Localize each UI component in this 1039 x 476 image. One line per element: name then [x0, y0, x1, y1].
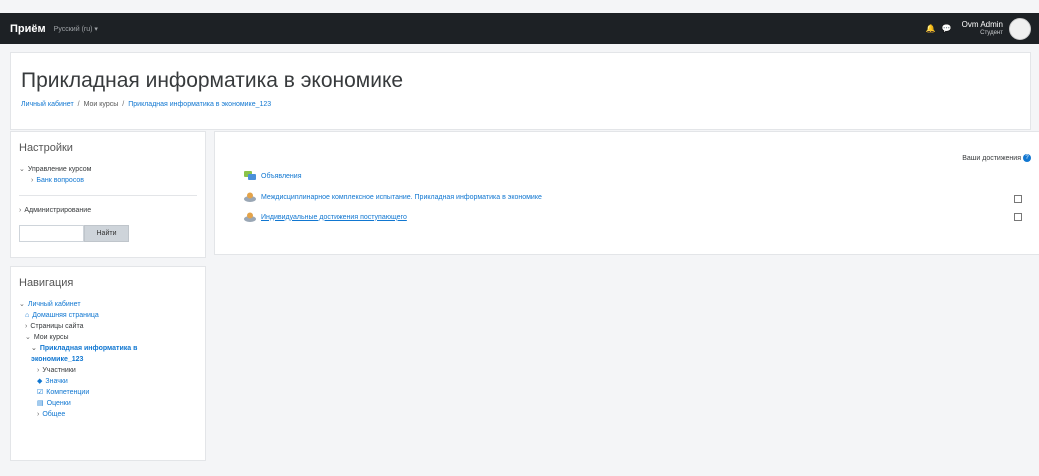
settings-search-input[interactable] [19, 225, 84, 242]
user-menu[interactable]: Ovm Admin Студент [961, 20, 1003, 36]
nav-badges[interactable]: ◆ Значки [19, 376, 197, 387]
chevron-down-icon: ⌄ [31, 345, 37, 352]
course-content: Ваши достижения ? Объявления Междисципли… [214, 131, 1039, 255]
nav-competencies[interactable]: ☑ Компетенции [19, 387, 197, 398]
user-name: Ovm Admin [961, 20, 1003, 30]
nav-current-course[interactable]: ⌄ Прикладная информатика в экономике_123 [19, 343, 169, 365]
chevron-right-icon: › [19, 207, 22, 214]
settings-title: Настройки [19, 142, 73, 154]
top-navbar: Приём Русский (ru) ▾ 🔔 💬 Ovm Admin Студе… [0, 13, 1039, 44]
chevron-down-icon: ⌄ [19, 301, 25, 308]
tree-administration[interactable]: › Администрирование [19, 205, 197, 216]
user-role: Студент [980, 29, 1003, 36]
completion-checkbox[interactable] [1014, 213, 1022, 221]
nav-dashboard[interactable]: ⌄ Личный кабинет [19, 299, 197, 310]
user-area: 🔔 💬 Ovm Admin Студент [926, 17, 1031, 40]
settings-search: Найти [19, 225, 197, 242]
search-button[interactable]: Найти [84, 225, 129, 242]
forum-icon [244, 171, 256, 180]
chevron-right-icon: › [37, 411, 40, 418]
home-icon: ⌂ [25, 312, 30, 319]
breadcrumb-dashboard[interactable]: Личный кабинет [21, 101, 74, 108]
chevron-down-icon: ⌄ [19, 166, 25, 173]
navigation-title: Навигация [19, 277, 74, 289]
nav-my-courses[interactable]: ⌄ Мои курсы [19, 332, 197, 343]
page-title: Прикладная информатика в экономике [21, 69, 404, 92]
divider [19, 195, 197, 196]
nav-grades[interactable]: ▤ Оценки [19, 398, 197, 409]
page-header: Прикладная информатика в экономике Личны… [10, 52, 1031, 130]
settings-block: Настройки ⌄ Управление курсом › Банк вопро… [10, 131, 206, 258]
messages-chat-icon[interactable]: 💬 [942, 24, 952, 33]
shield-icon: ◆ [37, 378, 43, 385]
nav-participants[interactable]: › Участники [19, 365, 197, 376]
notifications-bell-icon[interactable]: 🔔 [926, 24, 936, 33]
achievements-header: Ваши достижения ? [962, 154, 1031, 162]
user-avatar-icon[interactable] [1009, 17, 1031, 40]
activity-quiz-2[interactable]: Индивидуальные достижения поступающего [244, 212, 407, 222]
navigation-block: Навигация ⌄ Личный кабинет ⌂ Домашняя стра… [10, 266, 206, 461]
breadcrumb-course[interactable]: Прикладная информатика в экономике_123 [128, 101, 271, 108]
activity-label: Междисциплинарное комплексное испытание.… [261, 193, 542, 201]
quiz-icon [244, 192, 256, 202]
chevron-right-icon: › [25, 323, 28, 330]
help-icon[interactable]: ? [1023, 154, 1031, 162]
chevron-right-icon: › [31, 177, 34, 184]
language-menu[interactable]: Русский (ru) ▾ [54, 25, 98, 33]
quiz-icon [244, 212, 256, 222]
tree-course-admin[interactable]: ⌄ Управление курсом [19, 164, 197, 175]
activity-label: Объявления [261, 172, 302, 180]
breadcrumb-my-courses[interactable]: Мои курсы [84, 101, 119, 108]
nav-home[interactable]: ⌂ Домашняя страница [19, 310, 197, 321]
tree-question-bank[interactable]: › Банк вопросов [19, 175, 197, 186]
completion-checkbox[interactable] [1014, 195, 1022, 203]
checkbox-icon: ☑ [37, 389, 44, 396]
achievements-label: Ваши достижения [962, 154, 1021, 162]
breadcrumb: Личный кабинет / Мои курсы / Прикладная инфо… [21, 101, 272, 108]
chevron-right-icon: › [37, 367, 40, 374]
activity-quiz-1[interactable]: Междисциплинарное комплексное испытание.… [244, 192, 542, 202]
site-brand[interactable]: Приём [10, 23, 46, 35]
chevron-down-icon: ⌄ [25, 334, 31, 341]
nav-site-pages[interactable]: › Страницы сайта [19, 321, 197, 332]
nav-general[interactable]: › Общее [19, 409, 197, 420]
activity-label: Индивидуальные достижения поступающего [261, 213, 407, 221]
activity-forum[interactable]: Объявления [244, 171, 302, 181]
table-icon: ▤ [37, 400, 44, 407]
